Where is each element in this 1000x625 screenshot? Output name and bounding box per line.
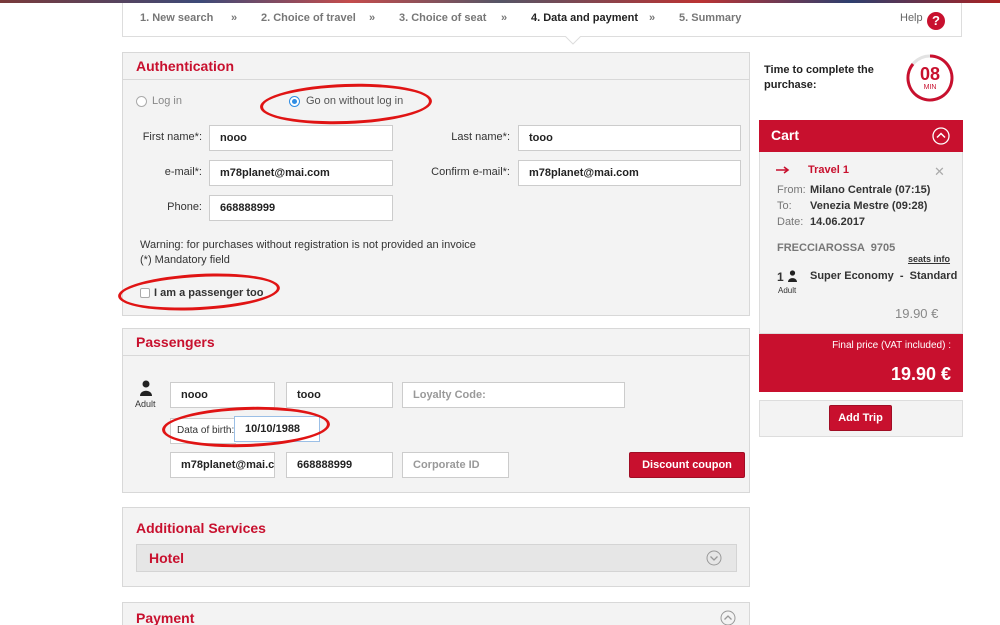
passenger-first-name-field[interactable]: nooo — [170, 382, 275, 408]
payment-panel — [122, 602, 750, 625]
pax-type: Adult — [778, 286, 797, 295]
mandatory-note: (*) Mandatory field — [140, 254, 230, 266]
active-step-pointer — [565, 36, 581, 45]
timer-minutes: 08 — [919, 64, 941, 84]
help-icon[interactable]: ? — [927, 12, 945, 30]
arrow-right-icon — [776, 166, 790, 174]
phone-field[interactable]: 668888999 — [209, 195, 393, 221]
chevron-down-icon[interactable] — [706, 550, 722, 566]
step-summary: 5. Summary — [679, 12, 742, 24]
phone-label: Phone: — [167, 201, 202, 213]
final-price-value: 19.90 € — [890, 364, 951, 384]
item-price: 19.90 € — [895, 306, 939, 321]
chevron-up-icon[interactable] — [932, 127, 950, 145]
hotel-title[interactable]: Hotel — [149, 550, 184, 566]
to-label: To: — [777, 200, 792, 212]
progress-steps: 1. New search » 2. Choice of travel » 3.… — [122, 3, 962, 37]
person-icon — [140, 380, 152, 396]
passenger-email-field[interactable]: m78planet@mai.com — [170, 452, 275, 478]
payment-title: Payment — [136, 610, 195, 625]
passenger-phone-field[interactable]: 668888999 — [286, 452, 393, 478]
step-new-search[interactable]: 1. New search — [140, 12, 213, 24]
additional-services-title: Additional Services — [136, 520, 266, 536]
passengers-title: Passengers — [136, 334, 215, 350]
seats-info-link[interactable]: seats info — [908, 254, 950, 264]
hotel-accordion[interactable] — [136, 544, 737, 572]
add-trip-button[interactable]: Add Trip — [829, 405, 892, 431]
no-registration-warning: Warning: for purchases without registrat… — [140, 239, 476, 251]
timer-unit: MIN — [923, 84, 937, 91]
authentication-title: Authentication — [136, 58, 234, 74]
loyalty-code-field[interactable]: Loyalty Code: — [402, 382, 625, 408]
final-price-label: Final price (VAT included) : — [832, 340, 951, 351]
step-separator: » — [369, 12, 376, 24]
cart-title: Cart — [771, 127, 800, 143]
person-icon — [788, 270, 797, 282]
travel-label: Travel 1 — [808, 164, 849, 176]
step-choice-of-seat[interactable]: 3. Choice of seat — [399, 12, 486, 24]
to-value: Venezia Mestre (09:28) — [810, 200, 928, 212]
date-label: Date: — [777, 216, 804, 228]
login-radio-label[interactable]: Log in — [152, 95, 182, 107]
corporate-id-field[interactable]: Corporate ID — [402, 452, 509, 478]
first-name-field[interactable]: nooo — [209, 125, 393, 151]
train-name: FRECCIAROSSA 9705 — [777, 242, 896, 254]
confirm-email-label: Confirm e-mail*: — [431, 166, 510, 178]
last-name-field[interactable]: tooo — [518, 125, 741, 151]
confirm-email-field[interactable]: m78planet@mai.com — [518, 160, 741, 186]
date-value: 14.06.2017 — [810, 216, 866, 228]
step-separator: » — [501, 12, 508, 24]
passenger-last-name-field[interactable]: tooo — [286, 382, 393, 408]
divider — [123, 355, 749, 356]
chevron-up-icon[interactable] — [720, 610, 736, 625]
email-field[interactable]: m78planet@mai.com — [209, 160, 393, 186]
divider — [123, 79, 749, 80]
from-value: Milano Centrale (07:15) — [810, 184, 931, 196]
help-link[interactable]: Help — [900, 12, 923, 24]
first-name-label: First name*: — [142, 131, 202, 143]
step-data-payment: 4. Data and payment — [531, 12, 638, 24]
timer-label: Time to complete the purchase: — [764, 64, 874, 91]
step-separator: » — [231, 12, 238, 24]
passenger-qty: 1 — [777, 270, 784, 284]
login-radio[interactable] — [136, 96, 147, 107]
close-icon[interactable]: ✕ — [934, 164, 945, 180]
step-separator: » — [649, 12, 656, 24]
discount-coupon-button[interactable]: Discount coupon — [629, 452, 745, 478]
fare-name: Super Economy - Standard — [810, 270, 958, 282]
from-label: From: — [777, 184, 806, 196]
email-label: e-mail*: — [164, 166, 202, 178]
step-choice-of-travel[interactable]: 2. Choice of travel — [261, 12, 356, 24]
passenger-type: Adult — [135, 399, 156, 409]
last-name-label: Last name*: — [451, 131, 510, 143]
